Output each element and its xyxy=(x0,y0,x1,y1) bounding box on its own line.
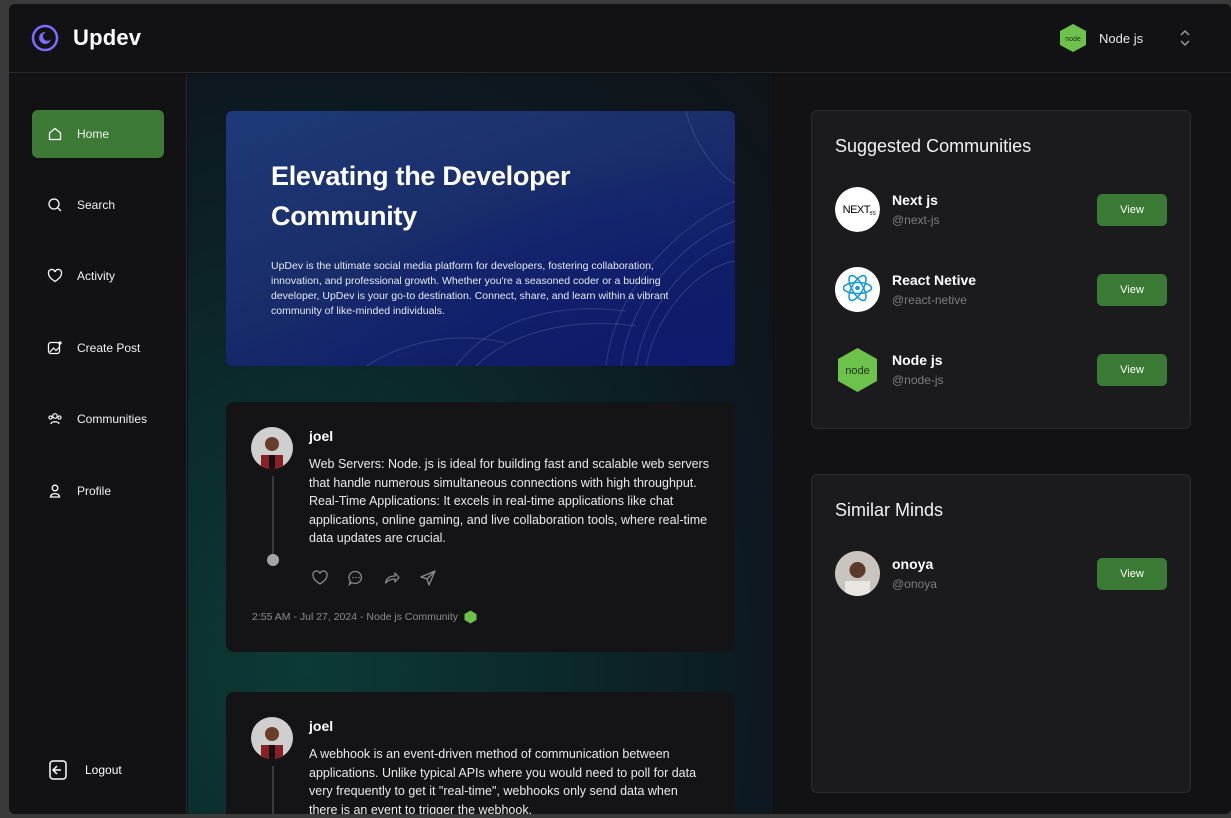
post-timestamp-community[interactable]: 2:55 AM - Jul 27, 2024 - Node js Communi… xyxy=(252,611,458,623)
app-window: Updev node Node js Home Search Activity xyxy=(9,4,1231,814)
community-row-next-js: NEXT. JS Next js @next-js View xyxy=(835,187,1169,235)
sidebar-item-label: Create Post xyxy=(77,341,141,355)
sidebar-item-profile[interactable]: Profile xyxy=(32,467,164,515)
sidebar-item-label: Activity xyxy=(77,269,116,283)
sidebar-item-communities[interactable]: Communities xyxy=(32,395,164,443)
sidebar-item-activity[interactable]: Activity xyxy=(32,252,164,300)
community-handle: @next-js xyxy=(892,213,940,227)
user-row-onoya: onoya @onoya View xyxy=(835,551,1169,599)
avatar[interactable] xyxy=(835,551,880,596)
thread-line xyxy=(272,476,274,556)
nodejs-logo-icon[interactable]: node xyxy=(835,347,880,392)
thread-end-dot xyxy=(267,554,279,566)
svg-text:JS: JS xyxy=(870,211,877,217)
community-handle: @react-netive xyxy=(892,293,967,307)
community-name[interactable]: React Netive xyxy=(892,272,976,288)
community-name[interactable]: Next js xyxy=(892,192,938,208)
view-community-button[interactable]: View xyxy=(1097,354,1167,386)
organization-name: Node js xyxy=(1099,30,1144,46)
nodejs-hexagon-icon: node xyxy=(1060,24,1086,52)
suggested-communities-title: Suggested Communities xyxy=(835,136,1032,156)
organization-switcher[interactable]: node Node js xyxy=(1059,22,1190,54)
brand-name: Updev xyxy=(73,25,142,50)
top-bar: Updev node Node js xyxy=(9,4,1231,73)
home-icon xyxy=(48,127,62,141)
community-handle: @node-js xyxy=(892,373,944,387)
logout-button[interactable]: Logout xyxy=(47,759,122,781)
community-row-node-js: node Node js @node-js View xyxy=(835,347,1169,395)
updev-logo-icon xyxy=(31,24,59,52)
nextjs-logo-icon[interactable]: NEXT. JS xyxy=(835,187,880,232)
users-icon xyxy=(48,413,62,425)
sidebar-item-search[interactable]: Search xyxy=(32,181,164,229)
sidebar-item-create-post[interactable]: Create Post xyxy=(32,324,164,372)
svg-text:NEXT.: NEXT. xyxy=(843,204,872,216)
svg-text:node: node xyxy=(845,365,869,377)
community-name[interactable]: Node js xyxy=(892,352,943,368)
avatar-image xyxy=(251,717,293,759)
sidebar-item-label: Search xyxy=(77,198,116,212)
similar-minds-title: Similar Minds xyxy=(835,500,944,520)
logout-label: Logout xyxy=(85,763,122,777)
post-meta: 2:55 AM - Jul 27, 2024 - Node js Communi… xyxy=(252,610,477,624)
left-sidebar: Home Search Activity Create Post Communi… xyxy=(9,74,187,814)
community-row-react-netive: React Netive @react-netive View xyxy=(835,267,1169,315)
post-actions xyxy=(311,569,437,587)
brand[interactable]: Updev xyxy=(31,24,141,52)
view-user-button[interactable]: View xyxy=(1097,558,1167,590)
svg-text:node: node xyxy=(1065,36,1081,43)
repost-icon[interactable] xyxy=(383,569,401,587)
user-icon xyxy=(49,484,61,498)
send-icon[interactable] xyxy=(419,569,437,587)
view-community-button[interactable]: View xyxy=(1097,194,1167,226)
sidebar-item-label: Communities xyxy=(77,412,148,426)
post-body: A webhook is an event-driven method of c… xyxy=(309,747,697,814)
user-handle: @onoya xyxy=(892,577,937,591)
image-plus-icon xyxy=(47,341,62,355)
avatar-image xyxy=(251,427,293,469)
search-icon xyxy=(48,198,62,212)
heart-icon xyxy=(47,268,63,283)
sidebar-item-label: Home xyxy=(77,127,110,141)
post-card: joel A webhook is an event-driven method… xyxy=(226,692,735,814)
hero-background-swirl xyxy=(365,111,735,366)
post-body: Web Servers: Node. js is ideal for build… xyxy=(309,457,709,545)
sidebar-item-home[interactable]: Home xyxy=(32,110,164,158)
hero-description: UpDev is the ultimate social media platf… xyxy=(271,260,669,317)
user-name[interactable]: onoya xyxy=(892,556,933,572)
logout-icon xyxy=(49,760,67,780)
nodejs-community-icon xyxy=(464,610,477,624)
post-author[interactable]: joel xyxy=(309,718,333,734)
hero-banner: Elevating the Developer Community UpDev … xyxy=(226,111,735,366)
avatar[interactable] xyxy=(251,717,293,759)
post-card: joel Web Servers: Node. js is ideal for … xyxy=(226,402,735,652)
suggested-communities-card: Suggested Communities NEXT. JS Next js @n… xyxy=(811,110,1191,429)
main-feed[interactable]: Elevating the Developer Community UpDev … xyxy=(188,74,773,814)
post-author[interactable]: joel xyxy=(309,428,333,444)
avatar[interactable] xyxy=(251,427,293,469)
right-sidebar: Suggested Communities NEXT. JS Next js @n… xyxy=(774,74,1231,814)
chevron-up-down-icon xyxy=(1180,29,1190,47)
hero-title: Elevating the Developer Community xyxy=(271,161,571,231)
reply-icon[interactable] xyxy=(347,569,365,587)
react-logo-icon[interactable] xyxy=(835,267,880,312)
similar-minds-card: Similar Minds onoya @onoya View xyxy=(811,474,1191,793)
heart-icon[interactable] xyxy=(311,569,329,587)
thread-line xyxy=(272,766,274,814)
sidebar-item-label: Profile xyxy=(77,484,112,498)
view-community-button[interactable]: View xyxy=(1097,274,1167,306)
